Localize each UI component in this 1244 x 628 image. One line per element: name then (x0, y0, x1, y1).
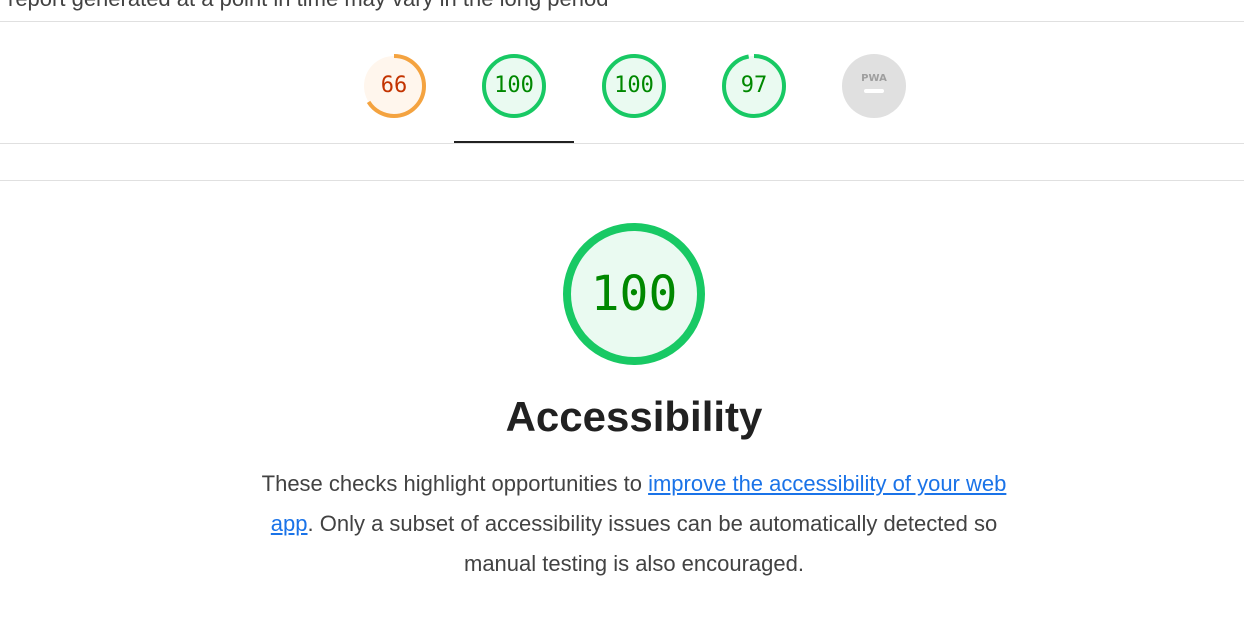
section-divider (0, 180, 1244, 181)
gauge-performance[interactable]: 66 (360, 52, 428, 120)
gauge-seo[interactable]: 97 (720, 52, 788, 120)
description-text-after: . Only a subset of accessibility issues … (307, 511, 998, 576)
gauge-best-practices[interactable]: 100 (600, 52, 668, 120)
header-strip: report generated at a point in time may … (0, 0, 1244, 22)
score-gauges-row: 66 100 100 97 PWA (0, 22, 1244, 144)
gauge-performance-score: 66 (380, 73, 408, 98)
gauge-best-practices-score: 100 (614, 73, 654, 98)
header-partial-text: report generated at a point in time may … (8, 0, 608, 12)
gauge-seo-score: 97 (740, 73, 768, 98)
category-description: These checks highlight opportunities to … (244, 464, 1024, 584)
pwa-badge-icon: PWA (842, 54, 906, 118)
gauge-pwa[interactable]: PWA (840, 52, 908, 120)
category-score-gauge: 100 (561, 221, 707, 367)
gauge-accessibility-score: 100 (494, 73, 534, 98)
selected-tab-indicator (454, 141, 574, 143)
pwa-dash-mark (864, 89, 884, 93)
description-text-before: These checks highlight opportunities to (261, 471, 649, 496)
pwa-badge-text: PWA (861, 73, 887, 84)
category-title: Accessibility (505, 393, 763, 440)
gauge-accessibility[interactable]: 100 (480, 52, 548, 120)
category-score-value: 100 (590, 266, 678, 322)
